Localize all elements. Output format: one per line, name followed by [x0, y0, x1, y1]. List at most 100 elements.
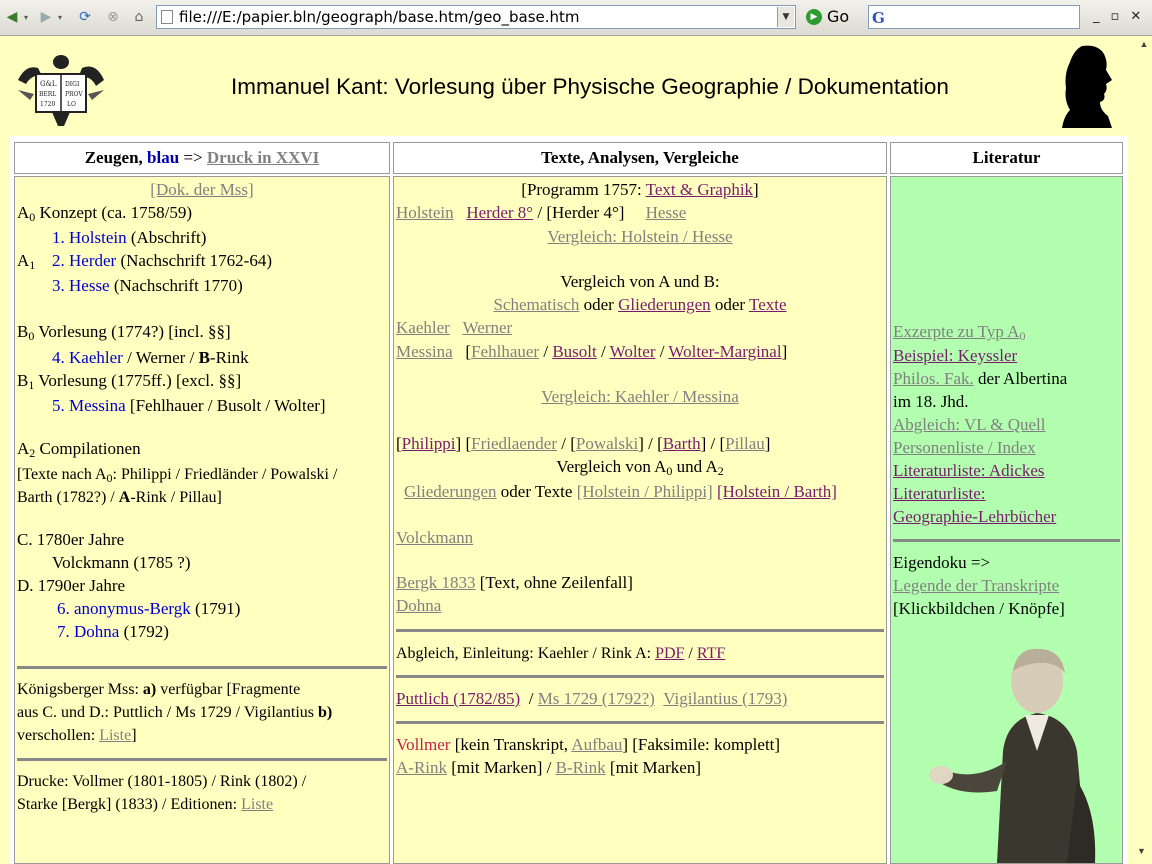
jhd-label: im 18. Jhd. [893, 392, 969, 411]
holstein-text-link[interactable]: Holstein [396, 203, 454, 222]
wolter-link[interactable]: Wolter [610, 342, 656, 361]
kaehler-link[interactable]: 4. Kaehler [52, 348, 123, 367]
vergleich-kaehler-messina-link[interactable]: Vergleich: Kaehler / Messina [541, 387, 738, 406]
scroll-down-arrow-icon[interactable]: ▼ [1137, 846, 1151, 860]
url-bar[interactable]: file:///E:/papier.bln/geograph/base.htm/… [156, 5, 796, 29]
holstein-philippi-link[interactable]: [Holstein / Philippi] [577, 482, 713, 501]
kaehler-text-link[interactable]: Kaehler [396, 318, 450, 337]
go-button[interactable]: ▶ Go [806, 7, 849, 26]
herder4-label: [Herder 4°] [546, 203, 625, 222]
texte-ab-link[interactable]: Texte [749, 295, 787, 314]
divider [396, 629, 884, 632]
divider [396, 721, 884, 724]
werner-link[interactable]: Werner [463, 318, 513, 337]
bergk1833-link[interactable]: Bergk 1833 [396, 573, 476, 592]
exzerpte-link[interactable]: Exzerpte zu Typ A0 [893, 322, 1025, 343]
abgleich-vl-quell-link[interactable]: Abgleich: VL & Quell [893, 415, 1046, 434]
holstein-link[interactable]: 1. Holstein [52, 228, 127, 247]
forward-icon[interactable]: ▶ [38, 8, 54, 26]
dohna-link[interactable]: 7. Dohna [57, 622, 119, 641]
item1-desc: (Abschrift) [126, 228, 207, 247]
philos-fak-link[interactable]: Philos. Fak. [893, 369, 974, 388]
philippi-link[interactable]: Philippi [402, 434, 456, 453]
divider [17, 758, 387, 761]
powalski-link[interactable]: Powalski [576, 434, 638, 453]
wolter-marginal-link[interactable]: Wolter-Marginal [668, 342, 781, 361]
back-icon[interactable]: ◀ [4, 8, 20, 26]
verschollen-label: verschollen: [17, 727, 100, 744]
pdf-link[interactable]: PDF [655, 645, 684, 662]
literaturliste-lehrbuecher-link[interactable]: Literaturliste: [893, 484, 986, 503]
url-text[interactable]: file:///E:/papier.bln/geograph/base.htm/… [157, 8, 580, 26]
herder-link[interactable]: 2. Herder [52, 251, 116, 270]
search-input[interactable]: G [868, 5, 1080, 29]
column-header-literatur: Literatur [890, 142, 1123, 174]
personenliste-link[interactable]: Personenliste / Index [893, 438, 1036, 457]
column-header-zeugen: Zeugen, blau => Druck in XXVI [14, 142, 390, 174]
herder8-link[interactable]: Herder 8° [466, 203, 533, 222]
anonymus-bergk-link[interactable]: 6. anonymus-Bergk [57, 599, 191, 618]
scroll-up-arrow-icon[interactable]: ▲ [1137, 37, 1151, 51]
vollmer-label[interactable]: Vollmer [396, 735, 450, 754]
item5-desc: [Fehlhauer / Busolt / Wolter] [125, 396, 326, 415]
close-icon[interactable]: ✕ [1130, 9, 1141, 24]
druck-xxvi-link[interactable]: Druck in XXVI [207, 148, 319, 167]
fehlhauer-link[interactable]: Fehlhauer [471, 342, 539, 361]
volckmann-link[interactable]: Volckmann [396, 528, 473, 547]
text-graphik-link[interactable]: Text & Graphik [646, 180, 753, 199]
stop-icon[interactable]: ⊗ [104, 8, 122, 26]
mit-marken-label: [mit Marken] [605, 758, 702, 777]
messina-text-link[interactable]: Messina [396, 342, 453, 361]
dohna-text-link[interactable]: Dohna [396, 596, 441, 615]
messina-link[interactable]: 5. Messina [52, 396, 126, 415]
header-arrow: => [179, 148, 207, 167]
legende-link[interactable]: Legende der Transkripte [893, 576, 1059, 595]
vigilantius-link[interactable]: Vigilantius (1793) [663, 689, 787, 708]
hesse-text-link[interactable]: Hesse [646, 203, 687, 222]
aufbau-link[interactable]: Aufbau [571, 735, 622, 754]
divider [396, 675, 884, 678]
rtf-link[interactable]: RTF [697, 645, 725, 662]
c-1780-line: C. 1780er Jahre [17, 530, 125, 549]
mit-marken-label: [mit Marken] / [447, 758, 556, 777]
schematisch-link[interactable]: Schematisch [493, 295, 579, 314]
restore-icon[interactable]: ▫ [1111, 9, 1120, 24]
holstein-barth-link[interactable]: [Holstein / Barth] [717, 482, 837, 501]
geographie-lehrbuecher-link[interactable]: Geographie-Lehrbücher [893, 507, 1056, 526]
divider [893, 539, 1120, 542]
forward-dropdown-icon[interactable]: ▾ [56, 8, 64, 26]
back-dropdown-icon[interactable]: ▾ [22, 8, 30, 26]
item2-desc: (Nachschrift 1762-64) [116, 251, 272, 270]
pillau-link[interactable]: Pillau [725, 434, 765, 453]
editionen-liste-link[interactable]: Liste [241, 796, 273, 813]
header-blau-label: blau [147, 148, 180, 167]
friedlaender-link[interactable]: Friedlaender [471, 434, 557, 453]
klickbildchen-label: [Klickbildchen / Knöpfe] [893, 599, 1065, 618]
reload-icon[interactable]: ⟳ [76, 8, 94, 26]
gliederungen-ab-link[interactable]: Gliederungen [618, 295, 711, 314]
item6-desc: (1791) [190, 599, 241, 618]
bergk-desc: [Text, ohne Zeilenfall] [475, 573, 633, 592]
fragmente-line: aus C. und D.: Puttlich / Ms 1729 / Vigi… [17, 704, 333, 721]
column-body-zeugen: [Dok. der Mss] A0 Konzept (ca. 1758/59) … [14, 176, 390, 864]
a-rink-link[interactable]: A-Rink [396, 758, 447, 777]
a1-label: A1 [17, 251, 36, 272]
ms1729-link[interactable]: Ms 1729 (1792?) [538, 689, 655, 708]
vergleich-holstein-hesse-link[interactable]: Vergleich: Holstein / Hesse [547, 227, 732, 246]
b-rink-link[interactable]: B-Rink [556, 758, 606, 777]
liste-link[interactable]: Liste [99, 727, 131, 744]
barth-link[interactable]: Barth [663, 434, 701, 453]
minimize-icon[interactable]: _ [1093, 9, 1100, 24]
column-texte: Texte, Analysen, Vergleiche [Programm 17… [393, 142, 887, 864]
dok-mss-link[interactable]: [Dok. der Mss] [150, 180, 253, 199]
gliederungen-a0a2-link[interactable]: Gliederungen [404, 482, 497, 501]
vollmer-desc: [kein Transkript, [450, 735, 572, 754]
puttlich-link[interactable]: Puttlich (1782/85) [396, 689, 520, 708]
hesse-link[interactable]: 3. Hesse [52, 276, 110, 295]
busolt-link[interactable]: Busolt [552, 342, 596, 361]
literaturliste-adickes-link[interactable]: Literaturliste: Adickes [893, 461, 1045, 480]
home-icon[interactable]: ⌂ [130, 8, 148, 26]
go-label: Go [827, 7, 850, 26]
beispiel-keyssler-link[interactable]: Beispiel: Keyssler [893, 346, 1017, 365]
url-dropdown-icon[interactable]: ▼ [777, 7, 794, 27]
